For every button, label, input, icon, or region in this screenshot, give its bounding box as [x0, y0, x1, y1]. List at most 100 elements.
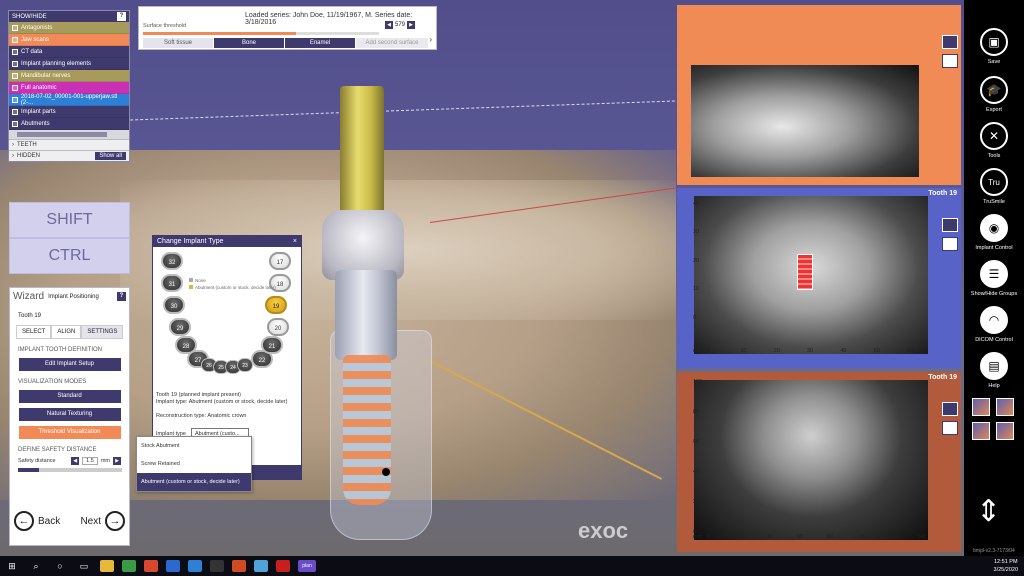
tooth-32[interactable]: 32	[161, 252, 183, 270]
mode-threshold-button[interactable]: Threshold Visualization	[18, 426, 121, 439]
task-view-icon[interactable]: ▭	[76, 559, 92, 573]
search-icon[interactable]: ⌕	[28, 559, 44, 573]
sidebar-item-help[interactable]: ▤ Help	[964, 352, 1024, 389]
show-hide-item[interactable]: Mandibular nerves	[9, 70, 129, 82]
implant-model[interactable]	[343, 355, 391, 505]
segment-bone[interactable]: Bone	[214, 38, 284, 48]
list-icon[interactable]	[942, 35, 958, 49]
layout-thumb[interactable]	[996, 422, 1014, 440]
sidebar-item-dicom-control[interactable]: ◠ DICOM Control	[964, 306, 1024, 343]
sidebar-item-trusmile[interactable]: Tru TruSmile	[964, 168, 1024, 205]
windows-start-icon[interactable]: ⊞	[4, 559, 20, 573]
implant-marker[interactable]	[797, 254, 813, 290]
show-hide-item[interactable]: CT data	[9, 46, 129, 58]
layout-icon[interactable]	[942, 54, 958, 68]
segment-enamel[interactable]: Enamel	[285, 38, 355, 48]
layout-thumb[interactable]	[972, 398, 990, 416]
tooth-19[interactable]: 19	[265, 296, 287, 314]
layout-icon[interactable]	[942, 421, 958, 435]
sidebar-item-show-hide-groups[interactable]: ☰ Show/Hide Groups	[964, 260, 1024, 297]
edit-implant-setup-button[interactable]: Edit Implant Setup	[18, 358, 121, 371]
show-all-button[interactable]: Show all	[95, 152, 126, 160]
tooth-21[interactable]: 21	[261, 336, 283, 354]
show-hide-item[interactable]: Implant planning elements	[9, 58, 129, 70]
chevron-right-icon[interactable]: ▶	[407, 21, 416, 29]
back-button[interactable]: ← Back	[14, 511, 60, 531]
panoramic-xray[interactable]	[691, 65, 919, 177]
add-second-surface-button[interactable]: Add second surface	[356, 38, 428, 48]
axial-view[interactable]: Tooth 19 0 20 40 60 80 100 120 140 mm 100 80 60 40 20…	[677, 372, 961, 552]
list-icon[interactable]	[942, 402, 958, 416]
option-stock-abutment[interactable]: Stock Abutment	[137, 437, 251, 455]
show-hide-item[interactable]: Full anatomic	[9, 82, 129, 94]
layout-icon[interactable]	[942, 237, 958, 251]
abutment-model[interactable]	[335, 270, 397, 360]
tab-settings[interactable]: SETTINGS	[81, 325, 124, 339]
show-hide-item[interactable]: Implant parts	[9, 106, 129, 118]
help-button[interactable]: ?	[117, 12, 126, 21]
threshold-stepper[interactable]: ◀ 579 ▶	[385, 21, 416, 29]
clock[interactable]: 12:51 PM 3/25/2020	[994, 558, 1018, 574]
list-icon[interactable]	[942, 218, 958, 232]
sidebar-item-save[interactable]: ▣ Save	[964, 28, 1024, 65]
app-icon[interactable]	[166, 560, 180, 572]
file-explorer-icon[interactable]	[100, 560, 114, 572]
tooth-31[interactable]: 31	[161, 274, 183, 292]
app-icon[interactable]	[188, 560, 202, 572]
tooth-17[interactable]: 17	[269, 252, 291, 270]
show-hide-item[interactable]: Antagonists	[9, 22, 129, 34]
axial-ct[interactable]	[694, 380, 928, 540]
app-icon[interactable]	[122, 560, 136, 572]
checkbox[interactable]	[12, 108, 18, 115]
checkbox[interactable]	[12, 24, 18, 31]
option-screw-retained[interactable]: Screw Retained	[137, 455, 251, 473]
ctrl-key[interactable]: CTRL	[9, 238, 130, 274]
sidebar-item-tools[interactable]: ✕ Tools	[964, 122, 1024, 159]
chrome-icon[interactable]	[144, 560, 158, 572]
implant-axis-cylinder[interactable]	[340, 86, 384, 226]
chevron-right-icon[interactable]: ›	[429, 35, 432, 44]
shift-key[interactable]: SHIFT	[9, 202, 130, 238]
tab-align[interactable]: ALIGN	[51, 325, 82, 339]
threshold-value[interactable]: 579	[395, 22, 405, 28]
chevron-left-icon[interactable]: ◀	[385, 21, 393, 29]
show-hide-item[interactable]: 2018-07-02_00001-001-upperjaw.stl (2-...	[9, 94, 129, 106]
show-hide-item[interactable]: Abutments	[9, 118, 129, 130]
checkbox[interactable]	[12, 72, 18, 79]
chevron-right-icon[interactable]: ▶	[113, 457, 121, 465]
powerpoint-icon[interactable]	[232, 560, 246, 572]
sidebar-item-export[interactable]: 🎓 Export	[964, 76, 1024, 113]
tab-select[interactable]: SELECT	[16, 325, 52, 339]
plan-app-icon[interactable]: plan	[298, 560, 316, 572]
scrollbar[interactable]	[9, 130, 129, 139]
tooth-30[interactable]: 30	[163, 296, 185, 314]
option-abutment-custom[interactable]: Abutment (custom or stock, decide later)	[137, 473, 251, 491]
checkbox[interactable]	[12, 48, 18, 55]
sidebar-item-implant-control[interactable]: ◉ Implant Control	[964, 214, 1024, 251]
safety-value[interactable]: 1.5	[82, 457, 98, 465]
help-button[interactable]: ?	[117, 292, 126, 301]
show-hide-item[interactable]: Jaw scans	[9, 34, 129, 46]
implant-handle[interactable]	[382, 468, 390, 476]
teeth-group[interactable]: › TEETH	[9, 139, 129, 150]
checkbox[interactable]	[12, 120, 18, 127]
app-icon[interactable]	[254, 560, 268, 572]
show-hide-header[interactable]: SHOW/HIDE ?	[9, 11, 129, 22]
layout-thumb[interactable]	[972, 422, 990, 440]
acrobat-icon[interactable]	[276, 560, 290, 572]
checkbox[interactable]	[12, 96, 18, 103]
checkbox[interactable]	[12, 60, 18, 67]
tooth-20[interactable]: 20	[267, 318, 289, 336]
hidden-group[interactable]: › HIDDEN Show all	[9, 150, 129, 161]
cortana-icon[interactable]: ○	[52, 559, 68, 573]
cross-section-view[interactable]: Tooth 19 0 10 20 30 40 50 60 mm 40 30 20 10 0 -10	[677, 188, 961, 368]
chevron-left-icon[interactable]: ◀	[71, 457, 80, 465]
next-button[interactable]: Next →	[80, 511, 125, 531]
safety-slider[interactable]	[18, 468, 122, 472]
mode-natural-texturing-button[interactable]: Natural Texturing	[18, 408, 121, 421]
checkbox[interactable]	[12, 84, 18, 91]
panoramic-view[interactable]	[677, 5, 961, 185]
threshold-slider[interactable]	[143, 32, 379, 35]
exocad-icon[interactable]	[210, 560, 224, 572]
layout-thumb[interactable]	[996, 398, 1014, 416]
